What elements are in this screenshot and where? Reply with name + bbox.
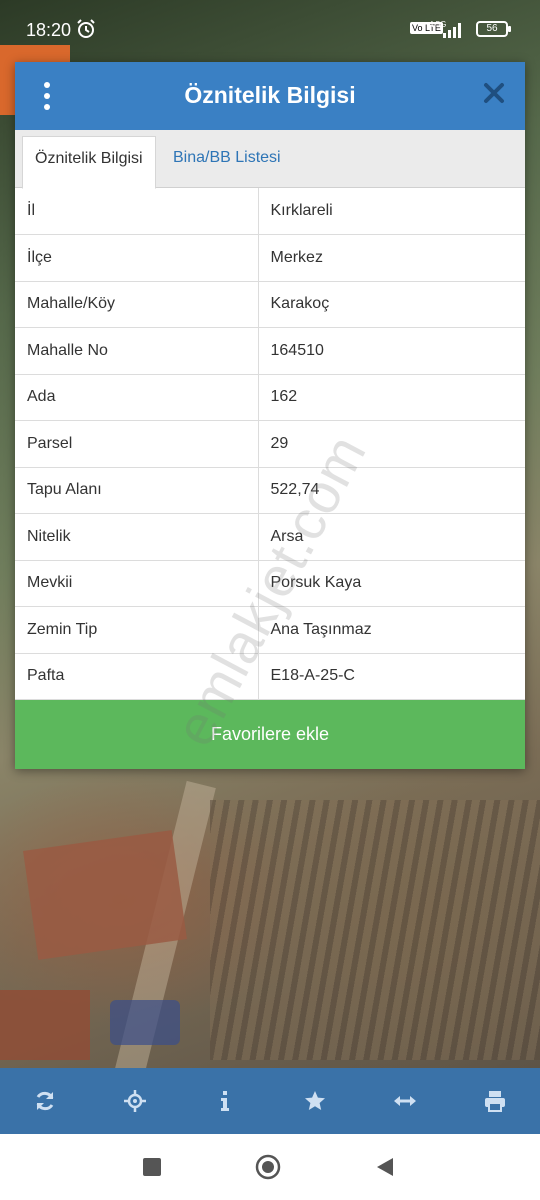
attribute-row: Ada 162	[15, 374, 525, 421]
battery-level: 56	[486, 23, 498, 34]
dialog-header: Öznitelik Bilgisi	[15, 62, 525, 130]
attribute-key: İlçe	[15, 234, 259, 282]
attribute-key: Tapu Alanı	[15, 467, 259, 514]
measure-icon	[394, 1096, 416, 1106]
print-icon	[485, 1091, 505, 1112]
attribute-key: Mahalle/Köy	[15, 281, 259, 328]
home-icon	[255, 1154, 281, 1180]
tab-building-list[interactable]: Bina/BB Listesi	[161, 136, 293, 188]
battery-icon: 56	[476, 21, 511, 37]
map-roof	[23, 830, 187, 960]
attribute-key: Nitelik	[15, 513, 259, 561]
network-indicator: Vo LTE 4.5G	[410, 20, 466, 40]
attribute-value: 162	[258, 374, 525, 421]
attribute-value: 522,74	[258, 467, 525, 514]
tab-bar: Öznitelik Bilgisi Bina/BB Listesi	[15, 130, 525, 189]
locate-button[interactable]	[113, 1079, 157, 1123]
print-button[interactable]	[473, 1079, 517, 1123]
map-plowed-field	[210, 800, 540, 1060]
attribute-row: Tapu Alanı 522,74	[15, 467, 525, 514]
status-bar: 18:20 Vo LTE 4.5G 56	[0, 0, 540, 58]
map-tarp	[110, 1000, 180, 1045]
attribute-table: İl Kırklareli İlçe Merkez Mahalle/Köy Karakoç…	[15, 188, 525, 700]
close-button[interactable]	[483, 82, 507, 106]
recents-icon	[143, 1158, 161, 1176]
home-button[interactable]	[255, 1154, 281, 1180]
star-icon	[305, 1091, 325, 1110]
attribute-key: Mevkii	[15, 560, 259, 607]
info-button[interactable]	[203, 1079, 247, 1123]
attribute-row: Nitelik Arsa	[15, 513, 525, 561]
info-icon	[221, 1091, 229, 1111]
measure-button[interactable]	[383, 1079, 427, 1123]
map-toolbar	[0, 1068, 540, 1134]
dialog-title: Öznitelik Bilgisi	[184, 82, 356, 108]
attribute-key: Zemin Tip	[15, 606, 259, 654]
attribute-info-dialog: Öznitelik Bilgisi Öznitelik Bilgisi Bina…	[15, 62, 525, 769]
attribute-value: Kırklareli	[258, 188, 525, 235]
recents-button[interactable]	[139, 1154, 165, 1180]
attribute-row: İlçe Merkez	[15, 234, 525, 282]
attribute-value: Merkez	[258, 234, 525, 282]
attribute-row: İl Kırklareli	[15, 188, 525, 235]
attribute-value: Karakoç	[258, 281, 525, 328]
favorites-button[interactable]	[293, 1079, 337, 1123]
system-nav-bar	[0, 1134, 540, 1200]
locate-icon	[124, 1090, 146, 1112]
add-to-favorites-button[interactable]: Favorilere ekle	[15, 700, 525, 769]
attribute-row: Mahalle/Köy Karakoç	[15, 281, 525, 328]
attribute-key: Pafta	[15, 653, 259, 700]
map-roof	[0, 990, 90, 1060]
attribute-value: Porsuk Kaya	[258, 560, 525, 607]
attribute-row: Pafta E18-A-25-C	[15, 653, 525, 700]
attribute-key: Parsel	[15, 420, 259, 468]
refresh-icon	[36, 1091, 54, 1111]
attribute-value: Ana Taşınmaz	[258, 606, 525, 654]
alarm-icon	[77, 19, 95, 38]
attribute-value: E18-A-25-C	[258, 653, 525, 700]
attribute-key: Ada	[15, 374, 259, 421]
attribute-value: 29	[258, 420, 525, 468]
attribute-row: Parsel 29	[15, 420, 525, 468]
tab-attribute-info[interactable]: Öznitelik Bilgisi	[22, 136, 156, 189]
attribute-row: Mahalle No 164510	[15, 327, 525, 375]
attribute-row: Zemin Tip Ana Taşınmaz	[15, 606, 525, 654]
refresh-button[interactable]	[23, 1079, 67, 1123]
status-time: 18:20	[26, 20, 72, 40]
attribute-value: Arsa	[258, 513, 525, 561]
back-icon	[377, 1158, 393, 1176]
attribute-value: 164510	[258, 327, 525, 375]
back-button[interactable]	[372, 1154, 398, 1180]
attribute-key: Mahalle No	[15, 327, 259, 375]
attribute-key: İl	[15, 188, 259, 235]
signal-icon	[443, 23, 461, 38]
close-icon	[484, 83, 504, 103]
attribute-row: Mevkii Porsuk Kaya	[15, 560, 525, 607]
